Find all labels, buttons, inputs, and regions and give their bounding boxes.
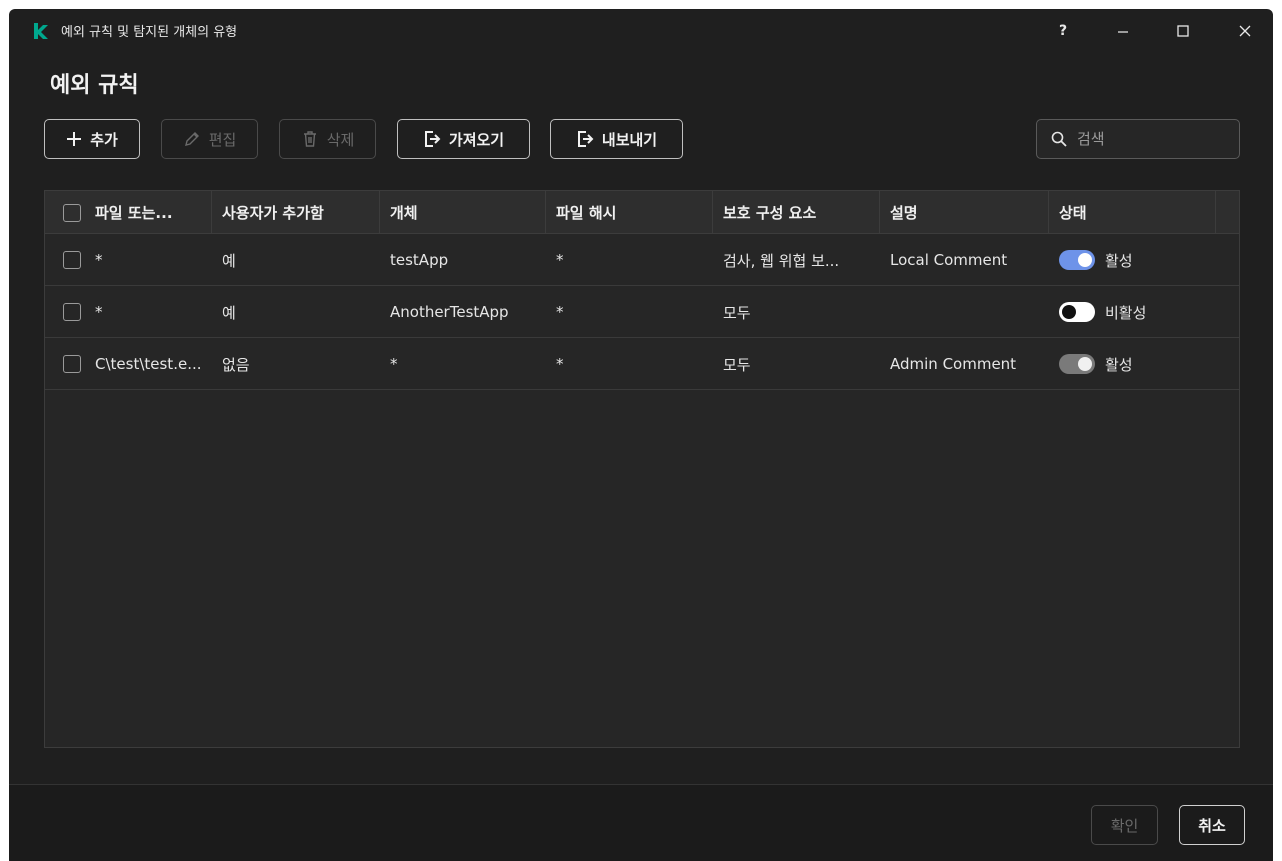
delete-button-label: 삭제	[326, 130, 355, 149]
cell-description: Admin Comment	[890, 355, 1017, 373]
search-box	[1036, 119, 1240, 159]
column-header-protection-component[interactable]: 보호 구성 요소	[713, 191, 880, 234]
minimize-icon	[1118, 31, 1128, 33]
pencil-icon	[184, 132, 199, 146]
import-icon	[424, 131, 441, 147]
status-toggle[interactable]	[1059, 250, 1095, 270]
status-toggle[interactable]	[1059, 354, 1095, 374]
cell-description: Local Comment	[890, 251, 1008, 269]
delete-button[interactable]: 삭제	[279, 119, 376, 159]
search-input[interactable]	[1077, 130, 1217, 148]
cancel-button[interactable]: 취소	[1179, 805, 1245, 845]
export-icon	[577, 131, 594, 147]
cell-added-by-user: 예	[222, 251, 236, 270]
plus-icon	[67, 132, 82, 146]
cell-file: *	[53, 234, 212, 286]
import-button-label: 가져오기	[448, 130, 505, 149]
cell-protection-component: 모두	[723, 303, 751, 322]
cell-status: 활성	[1049, 234, 1216, 286]
status-label: 활성	[1105, 355, 1133, 374]
row-checkbox[interactable]	[63, 303, 81, 321]
window-title: 예외 규칙 및 탐지된 개체의 유형	[61, 25, 238, 40]
table-row[interactable]: C\test\test.e... 없음 * * 모두 Admin Comment…	[45, 338, 1239, 390]
edit-button-label: 편집	[208, 130, 237, 149]
minimize-button[interactable]	[1105, 17, 1141, 45]
status-toggle[interactable]	[1059, 302, 1095, 322]
cell-file-hash: *	[556, 251, 564, 269]
add-button-label: 추가	[90, 130, 118, 149]
status-label: 활성	[1105, 251, 1133, 270]
kaspersky-logo	[34, 23, 48, 39]
cell-status: 활성	[1049, 338, 1216, 390]
maximize-icon	[1177, 25, 1189, 37]
column-header-added-by-user[interactable]: 사용자가 추가함	[212, 191, 380, 234]
export-button[interactable]: 내보내기	[550, 119, 683, 159]
add-button[interactable]: 추가	[44, 119, 140, 159]
column-header-description[interactable]: 설명	[880, 191, 1049, 234]
cell-file-hash: *	[556, 355, 564, 373]
cell-file: *	[53, 286, 212, 338]
exclusions-table: 파일 또는... 사용자가 추가함 개체 파일 해시 보호 구성 요소 설명 상…	[44, 190, 1240, 748]
page-title: 예외 규칙	[50, 73, 139, 98]
export-button-label: 내보내기	[601, 130, 658, 149]
cell-status: 비활성	[1049, 286, 1216, 338]
help-button[interactable]: ?	[1045, 17, 1081, 45]
cell-added-by-user: 예	[222, 303, 236, 322]
table-row[interactable]: * 예 AnotherTestApp * 모두 비활성	[45, 286, 1239, 338]
row-checkbox[interactable]	[63, 355, 81, 373]
cell-object: *	[390, 355, 398, 373]
select-all-checkbox[interactable]	[63, 203, 81, 222]
cell-added-by-user: 없음	[222, 355, 250, 374]
column-header-status[interactable]: 상태	[1049, 191, 1216, 234]
cell-description	[880, 286, 1049, 338]
cell-object: AnotherTestApp	[390, 303, 509, 321]
close-icon	[1239, 25, 1251, 37]
exclusion-rules-window: 예외 규칙 및 탐지된 개체의 유형 ? 예외 규칙 추가 편집 삭제 가져오기…	[9, 9, 1273, 861]
column-header-file[interactable]: 파일 또는...	[53, 191, 212, 234]
cell-file: C\test\test.e...	[53, 338, 212, 390]
cell-protection-component: 검사, 웹 위협 보...	[723, 251, 840, 270]
dialog-footer: 확인 취소	[9, 784, 1273, 861]
search-icon	[1051, 131, 1067, 147]
row-checkbox[interactable]	[63, 251, 81, 269]
column-header-file-hash[interactable]: 파일 해시	[546, 191, 713, 234]
status-label: 비활성	[1105, 303, 1147, 322]
cell-protection-component: 모두	[723, 355, 751, 374]
close-button[interactable]	[1227, 17, 1263, 45]
trash-icon	[303, 131, 316, 147]
edit-button[interactable]: 편집	[161, 119, 258, 159]
table-row[interactable]: * 예 testApp * 검사, 웹 위협 보... Local Commen…	[45, 234, 1239, 286]
ok-button[interactable]: 확인	[1091, 805, 1158, 845]
title-bar: 예외 규칙 및 탐지된 개체의 유형 ?	[9, 9, 1273, 53]
column-header-object[interactable]: 개체	[380, 191, 546, 234]
cell-object: testApp	[390, 251, 449, 269]
cell-file-hash: *	[556, 303, 564, 321]
import-button[interactable]: 가져오기	[397, 119, 530, 159]
maximize-button[interactable]	[1165, 17, 1201, 45]
column-header-spacer	[1216, 191, 1240, 234]
table-header: 파일 또는... 사용자가 추가함 개체 파일 해시 보호 구성 요소 설명 상…	[45, 191, 1239, 234]
